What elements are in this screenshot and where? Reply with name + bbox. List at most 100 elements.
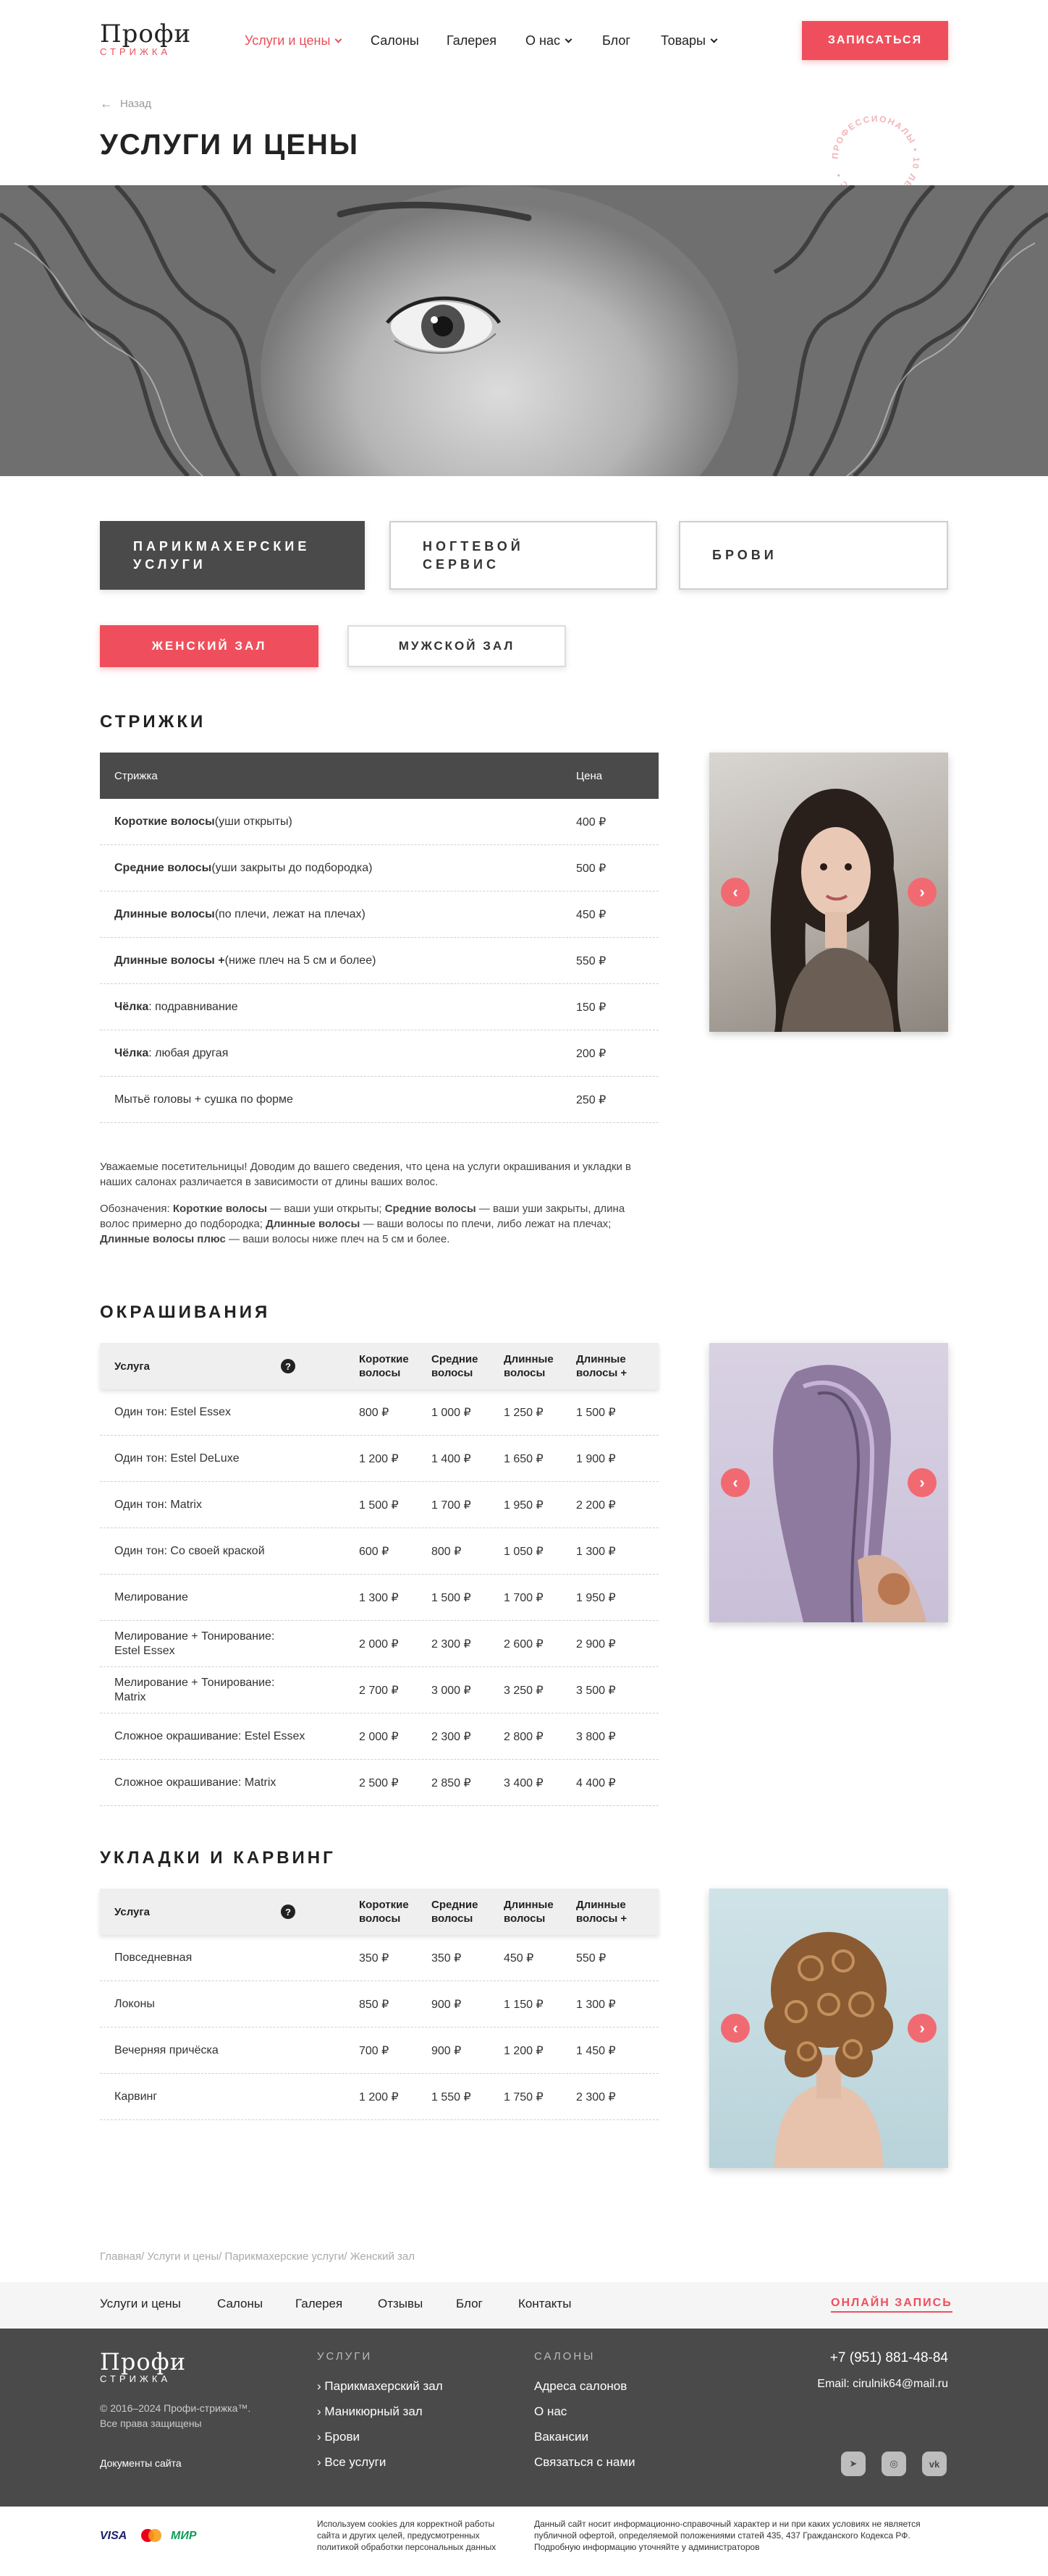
footer-phone[interactable]: +7 (951) 881-48-84 <box>830 2350 948 2366</box>
footer-nav-bar: Услуги и цены Салоны Галерея Отзывы Блог… <box>0 2282 1048 2329</box>
haircuts-col-price: Цена <box>576 769 603 782</box>
back-link[interactable]: ← Назад <box>100 96 151 111</box>
note-text: — ваши волосы по плечи, либо лежат на пл… <box>360 1218 612 1230</box>
col-label: волосы + <box>576 1367 627 1379</box>
service-price: 3 000 ₽ <box>431 1684 471 1697</box>
footer-link-contact-us[interactable]: Связаться с нами <box>534 2455 635 2470</box>
coloring-help[interactable]: ? <box>281 1343 295 1389</box>
service-price: 1 150 ₽ <box>504 1998 544 2011</box>
styling-table-header: Услуга ? Короткие волосы Средние волосы Дл… <box>100 1889 659 1935</box>
service-name: Один тон: Matrix <box>114 1482 202 1528</box>
breadcrumb[interactable]: Главная/ Услуги и цены/ Парикмахерские у… <box>100 2250 415 2263</box>
vk-icon[interactable]: vk <box>922 2452 947 2476</box>
site-logo[interactable]: Профи СТРИЖКА <box>100 22 191 57</box>
service-name-bold: Длинные волосы <box>114 907 215 920</box>
book-button-label: ЗАПИСАТЬСЯ <box>827 34 923 46</box>
footer-link-brows[interactable]: › Брови <box>317 2430 360 2444</box>
footer-nav-blog[interactable]: Блог <box>456 2297 483 2311</box>
table-row: Мытьё головы + сушка по форме 250 ₽ <box>100 1077 659 1123</box>
service-price: 2 300 ₽ <box>576 2090 616 2103</box>
service-price: 1 700 ₽ <box>431 1499 471 1512</box>
footer-link-hairdressing[interactable]: › Парикмахерский зал <box>317 2379 443 2394</box>
instagram-icon[interactable]: ◎ <box>882 2452 906 2476</box>
styling-help[interactable]: ? <box>281 1889 295 1935</box>
nav-about[interactable]: О нас <box>525 33 572 48</box>
service-price: 700 ₽ <box>359 2044 389 2057</box>
coloring-col-medium: Средние волосы <box>431 1343 478 1389</box>
footer-nav-services[interactable]: Услуги и цены <box>100 2297 181 2311</box>
subtab-women[interactable]: ЖЕНСКИЙ ЗАЛ <box>100 625 318 667</box>
service-price: 2 850 ₽ <box>431 1776 471 1789</box>
service-price: 1 450 ₽ <box>576 2044 616 2057</box>
footer-link-label: Все услуги <box>324 2455 386 2469</box>
footer-link-label: Парикмахерский зал <box>324 2379 443 2393</box>
subtab-men[interactable]: МУЖСКОЙ ЗАЛ <box>347 625 566 667</box>
service-price: 3 500 ₽ <box>576 1684 616 1697</box>
chevron-right-icon: › <box>919 1473 925 1491</box>
nav-blog[interactable]: Блог <box>602 33 630 48</box>
haircuts-table-header: Стрижка Цена <box>100 753 659 799</box>
nav-salons[interactable]: Салоны <box>371 33 419 48</box>
online-booking-link[interactable]: ОНЛАЙН ЗАПИСЬ <box>831 2297 952 2313</box>
slider-next-button[interactable]: › <box>908 878 937 907</box>
col-label: Длинные <box>504 1899 554 1911</box>
back-link-label: Назад <box>120 98 151 110</box>
chevron-down-icon <box>334 35 342 43</box>
slider-prev-button[interactable]: ‹ <box>721 1468 750 1497</box>
question-icon: ? <box>281 1359 295 1373</box>
service-price: 2 300 ₽ <box>431 1730 471 1743</box>
service-price: 3 250 ₽ <box>504 1684 544 1697</box>
service-name-line: Один тон: Estel DeLuxe <box>114 1452 240 1465</box>
coloring-title: ОКРАШИВАНИЯ <box>100 1302 271 1322</box>
tab-hairdressing[interactable]: ПАРИКМАХЕРСКИЕ УСЛУГИ <box>100 521 365 590</box>
footer-link-addresses[interactable]: Адреса салонов <box>534 2379 627 2394</box>
footer-link-about[interactable]: О нас <box>534 2405 567 2419</box>
tab-nail-service[interactable]: НОГТЕВОЙ СЕРВИС <box>389 521 657 590</box>
col-label: Средние <box>431 1353 478 1365</box>
service-name-bold: Длинные волосы + <box>114 954 225 967</box>
hero-illustration <box>0 185 1048 476</box>
nav-services[interactable]: Услуги и цены <box>245 33 342 48</box>
chevron-down-icon <box>710 35 718 43</box>
table-row: Карвинг 1 200 ₽ 1 550 ₽ 1 750 ₽ 2 300 ₽ <box>100 2074 659 2120</box>
service-name: Повседневная <box>114 1935 192 1980</box>
chevron-left-icon: ‹ <box>732 883 738 901</box>
nav-gallery[interactable]: Галерея <box>447 33 496 48</box>
footer-email[interactable]: Email: cirulnik64@mail.ru <box>817 2378 948 2391</box>
footer-logo[interactable]: Профи СТРИЖКА <box>100 2350 186 2384</box>
styling-col-short: Короткие волосы <box>359 1889 409 1935</box>
footer-nav-reviews[interactable]: Отзывы <box>378 2297 423 2311</box>
copyright-line: Все права защищены <box>100 2418 202 2429</box>
nav-goods-label: Товары <box>661 33 706 48</box>
mastercard-logo <box>141 2529 161 2542</box>
service-name-text: Карвинг <box>114 2090 157 2104</box>
footer-link-vacancies[interactable]: Вакансии <box>534 2430 588 2444</box>
chevron-right-icon: › <box>919 883 925 901</box>
book-button[interactable]: ЗАПИСАТЬСЯ <box>802 21 948 60</box>
footer-nav-gallery[interactable]: Галерея <box>295 2297 342 2311</box>
footer-link-label: Маникюрный зал <box>324 2405 423 2418</box>
service-name-text: Повседневная <box>114 1951 192 1965</box>
nav-goods[interactable]: Товары <box>661 33 718 48</box>
slider-prev-button[interactable]: ‹ <box>721 2014 750 2043</box>
slider-next-button[interactable]: › <box>908 1468 937 1497</box>
service-price: 1 200 ₽ <box>359 1452 399 1465</box>
site-documents-link[interactable]: Документы сайта <box>100 2457 182 2469</box>
footer-bottom: VISA МИР Используем cookies для корректн… <box>0 2507 1048 2576</box>
tab-brows[interactable]: БРОВИ <box>679 521 948 590</box>
service-price: 900 ₽ <box>431 2044 462 2057</box>
chevron-left-icon: ‹ <box>732 1473 738 1491</box>
footer-link-all-services[interactable]: › Все услуги <box>317 2455 386 2470</box>
slider-next-button[interactable]: › <box>908 2014 937 2043</box>
footer-nav-salons[interactable]: Салоны <box>217 2297 263 2311</box>
slider-prev-button[interactable]: ‹ <box>721 878 750 907</box>
telegram-icon[interactable]: ➤ <box>841 2452 866 2476</box>
nav-services-label: Услуги и цены <box>245 33 331 48</box>
service-price: 2 000 ₽ <box>359 1637 399 1651</box>
table-row: Мелирование + Тонирование: Estel Essex 2 0… <box>100 1621 659 1667</box>
haircuts-title: СТРИЖКИ <box>100 712 206 732</box>
service-name-line: Сложное окрашивание: Estel Essex <box>114 1729 305 1742</box>
footer-link-manicure[interactable]: › Маникюрный зал <box>317 2405 423 2419</box>
hero-image <box>0 185 1048 476</box>
footer-nav-contacts[interactable]: Контакты <box>518 2297 571 2311</box>
